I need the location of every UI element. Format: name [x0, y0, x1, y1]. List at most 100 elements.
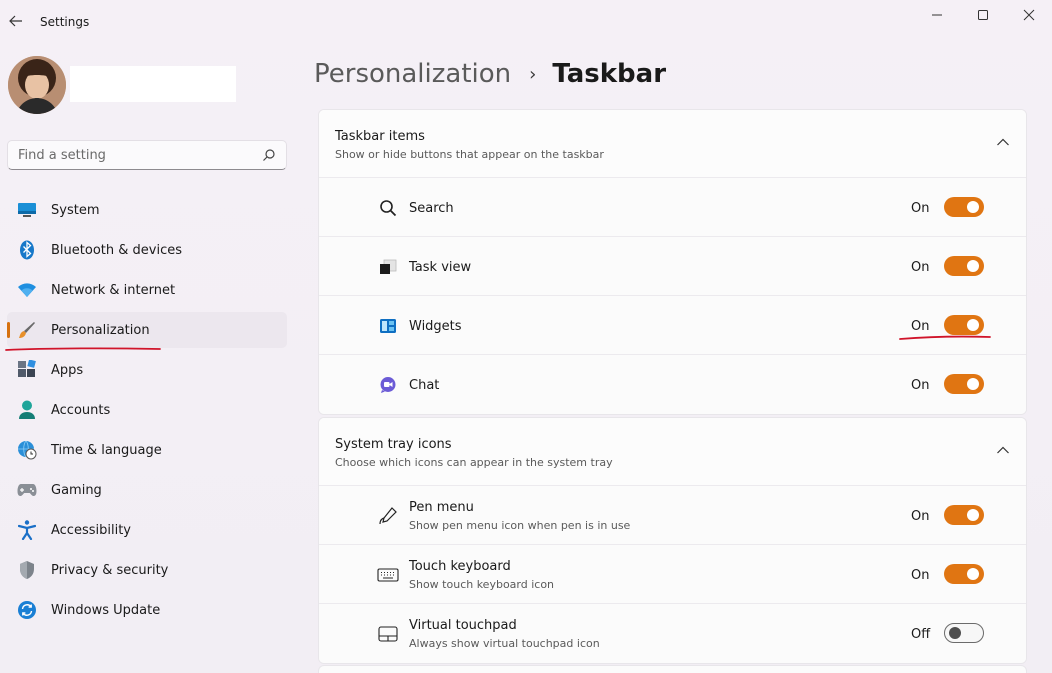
page-title: Taskbar [552, 59, 667, 89]
pen-icon [377, 506, 399, 526]
globe-clock-icon [16, 439, 38, 461]
section-title: System tray icons [335, 437, 452, 452]
setting-description: Show pen menu icon when pen is in use [409, 519, 631, 532]
breadcrumb-separator: › [529, 63, 537, 85]
sidebar-item-gaming[interactable]: Gaming [7, 472, 287, 508]
setting-label: Pen menu [409, 500, 474, 515]
update-icon [16, 599, 38, 621]
sidebar-item-label: Windows Update [51, 602, 161, 618]
toggle-state: On [911, 568, 930, 583]
person-icon [16, 399, 38, 421]
accessibility-icon [16, 519, 38, 541]
toggle-state: Off [911, 627, 931, 642]
touchpad-icon [377, 624, 399, 644]
sidebar-item-windows-update[interactable]: Windows Update [7, 592, 287, 628]
breadcrumb-parent[interactable]: Personalization [314, 59, 511, 89]
setting-label: Widgets [409, 319, 462, 334]
close-button[interactable] [1006, 4, 1052, 26]
maximize-button[interactable] [960, 4, 1006, 26]
setting-label: Virtual touchpad [409, 618, 517, 633]
setting-description: Show touch keyboard icon [409, 578, 555, 591]
apps-icon [16, 359, 38, 381]
sidebar-item-accounts[interactable]: Accounts [7, 392, 287, 428]
touch-keyboard-toggle[interactable] [944, 564, 984, 584]
search-box[interactable] [7, 140, 287, 170]
sidebar-item-label: Personalization [51, 322, 150, 338]
setting-row-touch-keyboard: Touch keyboard Show touch keyboard icon … [319, 545, 1026, 604]
toggle-state: On [911, 509, 930, 524]
setting-row-chat: Chat On [319, 355, 1026, 414]
back-arrow-icon [9, 15, 22, 27]
section-subtitle: Show or hide buttons that appear on the … [335, 148, 604, 161]
setting-label: Search [409, 201, 454, 216]
sidebar-item-bluetooth[interactable]: Bluetooth & devices [7, 232, 287, 268]
chat-icon [377, 375, 399, 395]
search-icon [377, 198, 399, 218]
bluetooth-icon [16, 239, 38, 261]
setting-label: Task view [409, 260, 472, 275]
task-view-toggle[interactable] [944, 256, 984, 276]
section-subtitle: Choose which icons can appear in the sys… [335, 456, 613, 469]
virtual-touchpad-toggle[interactable] [944, 623, 984, 643]
toggle-knob [967, 201, 979, 213]
taskbar-items-card: Taskbar items Show or hide buttons that … [318, 109, 1027, 415]
profile-name-redacted [70, 66, 236, 102]
sidebar-item-network[interactable]: Network & internet [7, 272, 287, 308]
setting-row-search: Search On [319, 178, 1026, 237]
sidebar-item-label: Accounts [51, 402, 111, 418]
back-button[interactable] [6, 10, 26, 32]
app-title: Settings [40, 15, 90, 29]
sidebar-item-label: System [51, 202, 100, 218]
toggle-knob [967, 260, 979, 272]
paintbrush-icon [16, 319, 38, 341]
sidebar-item-label: Gaming [51, 482, 102, 498]
sidebar-item-system[interactable]: System [7, 192, 287, 228]
toggle-state: On [911, 378, 930, 393]
toggle-knob [967, 509, 979, 521]
selected-indicator [7, 322, 10, 338]
sidebar-item-label: Time & language [51, 442, 162, 458]
toggle-knob [967, 319, 979, 331]
breadcrumb: Personalization › Taskbar [314, 56, 666, 92]
chevron-up-icon[interactable] [996, 445, 1010, 455]
system-tray-card: System tray icons Choose which icons can… [318, 417, 1027, 664]
toggle-knob [949, 627, 961, 639]
sidebar-item-label: Apps [51, 362, 84, 378]
minimize-button[interactable] [914, 4, 960, 26]
widgets-toggle[interactable] [944, 315, 984, 335]
setting-row-virtual-touchpad: Virtual touchpad Always show virtual tou… [319, 604, 1026, 663]
task-view-icon [377, 257, 399, 277]
annotation-underline [5, 347, 161, 351]
setting-label: Chat [409, 378, 440, 393]
search-toggle[interactable] [944, 197, 984, 217]
widgets-icon [377, 316, 399, 336]
minimize-icon [932, 14, 942, 16]
gamepad-icon [16, 479, 38, 501]
annotation-underline [899, 335, 991, 340]
monitor-icon [16, 199, 38, 221]
sidebar-item-accessibility[interactable]: Accessibility [7, 512, 287, 548]
sidebar-item-time-language[interactable]: Time & language [7, 432, 287, 468]
chat-toggle[interactable] [944, 374, 984, 394]
sidebar-item-privacy-security[interactable]: Privacy & security [7, 552, 287, 588]
keyboard-icon [377, 565, 399, 585]
chevron-up-icon[interactable] [996, 137, 1010, 147]
setting-row-widgets: Widgets On [319, 296, 1026, 355]
sidebar-item-label: Network & internet [51, 282, 176, 298]
toggle-state: On [911, 319, 930, 334]
taskbar-items-header[interactable]: Taskbar items Show or hide buttons that … [319, 110, 1026, 178]
wifi-icon [16, 279, 38, 301]
setting-description: Always show virtual touchpad icon [409, 637, 600, 650]
system-tray-header[interactable]: System tray icons Choose which icons can… [319, 418, 1026, 486]
toggle-state: On [911, 260, 930, 275]
toggle-knob [967, 568, 979, 580]
setting-row-task-view: Task view On [319, 237, 1026, 296]
avatar[interactable] [8, 56, 66, 114]
sidebar-item-label: Privacy & security [51, 562, 169, 578]
search-input[interactable] [18, 147, 248, 163]
sidebar-item-apps[interactable]: Apps [7, 352, 287, 388]
pen-menu-toggle[interactable] [944, 505, 984, 525]
toggle-knob [967, 378, 979, 390]
sidebar-item-personalization[interactable]: Personalization [7, 312, 287, 348]
setting-row-pen-menu: Pen menu Show pen menu icon when pen is … [319, 486, 1026, 545]
